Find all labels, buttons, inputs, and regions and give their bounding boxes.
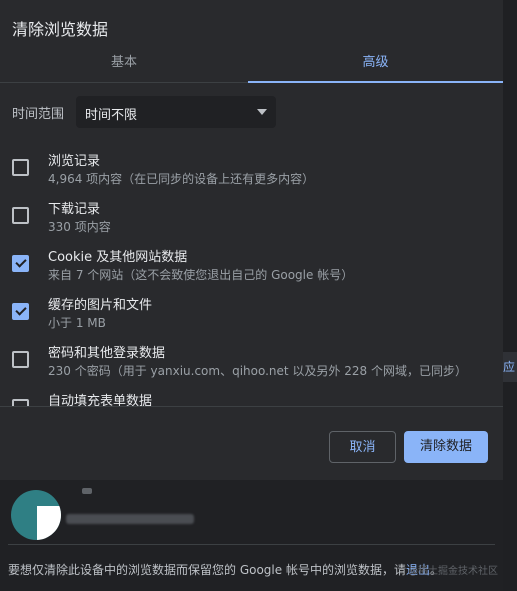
item-name: 下载记录: [48, 202, 101, 217]
watermark: @稀土掘金技术社区: [408, 566, 498, 577]
item-desc: 小于 1 MB: [48, 316, 106, 330]
list-divider: [0, 406, 503, 407]
cancel-button[interactable]: 取消: [329, 431, 396, 463]
item-name: 浏览记录: [48, 154, 101, 169]
item-name: Cookie 及其他网站数据: [48, 250, 188, 265]
footer-text: 要想仅清除此设备中的浏览数据而保留您的 Google 帐号中的浏览数据，请: [8, 563, 406, 577]
account-divider: [8, 544, 495, 545]
data-type-list[interactable]: 浏览记录 4,964 项内容（在已同步的设备上还有更多内容） 下载记录 330 …: [0, 142, 503, 406]
account-email-obscured: [66, 514, 194, 524]
checkbox-download-history[interactable]: [12, 207, 29, 224]
list-item-passwords[interactable]: 密码和其他登录数据 230 个密码（用于 yanxiu.com、qihoo.ne…: [0, 334, 503, 382]
tab-bar: 基本 高级: [0, 44, 503, 83]
checkbox-browsing-history[interactable]: [12, 159, 29, 176]
list-item-autofill[interactable]: 自动填充表单数据: [0, 382, 503, 406]
time-range-value: 时间不限: [85, 108, 138, 123]
background-page-fragment: 应: [503, 352, 517, 382]
item-name: 自动填充表单数据: [48, 394, 153, 406]
checkbox-passwords[interactable]: [12, 351, 29, 368]
dropdown-caret-icon: [257, 109, 267, 115]
avatar-image-block: [37, 506, 61, 540]
dialog-title: 清除浏览数据: [12, 20, 109, 39]
item-name: 密码和其他登录数据: [48, 346, 166, 361]
list-item-browsing-history[interactable]: 浏览记录 4,964 项内容（在已同步的设备上还有更多内容）: [0, 142, 503, 190]
item-desc: 230 个密码（用于 yanxiu.com、qihoo.net 以及另外 228…: [48, 364, 467, 378]
checkbox-cookies[interactable]: [12, 255, 29, 272]
tab-advanced-label: 高级: [362, 55, 389, 70]
tab-basic[interactable]: 基本: [0, 44, 248, 82]
time-range-label: 时间范围: [12, 107, 65, 122]
background-page-edge: 应: [503, 0, 517, 591]
clear-data-button[interactable]: 清除数据: [404, 431, 488, 463]
active-tab-indicator: [248, 81, 503, 83]
checkbox-cache[interactable]: [12, 303, 29, 320]
item-desc: 330 项内容: [48, 220, 111, 234]
account-name-obscured: [82, 488, 92, 494]
item-name: 缓存的图片和文件: [48, 298, 153, 313]
checkbox-autofill[interactable]: [12, 399, 29, 406]
list-item-cache[interactable]: 缓存的图片和文件 小于 1 MB: [0, 286, 503, 334]
clear-browsing-data-dialog: 清除浏览数据 基本 高级 时间范围 时间不限 浏览记录 4,964 项内容（在已…: [0, 0, 503, 591]
avatar: [11, 490, 61, 540]
tab-advanced[interactable]: 高级: [248, 44, 503, 83]
time-range-select[interactable]: 时间不限: [76, 96, 276, 128]
item-desc: 4,964 项内容（在已同步的设备上还有更多内容）: [48, 172, 315, 186]
footer-note: 要想仅清除此设备中的浏览数据而保留您的 Google 帐号中的浏览数据，请退出。: [8, 561, 442, 578]
list-item-cookies[interactable]: Cookie 及其他网站数据 来自 7 个网站（这不会致使您退出自己的 Goog…: [0, 238, 503, 286]
list-item-download-history[interactable]: 下载记录 330 项内容: [0, 190, 503, 238]
item-desc: 来自 7 个网站（这不会致使您退出自己的 Google 帐号）: [48, 268, 354, 282]
